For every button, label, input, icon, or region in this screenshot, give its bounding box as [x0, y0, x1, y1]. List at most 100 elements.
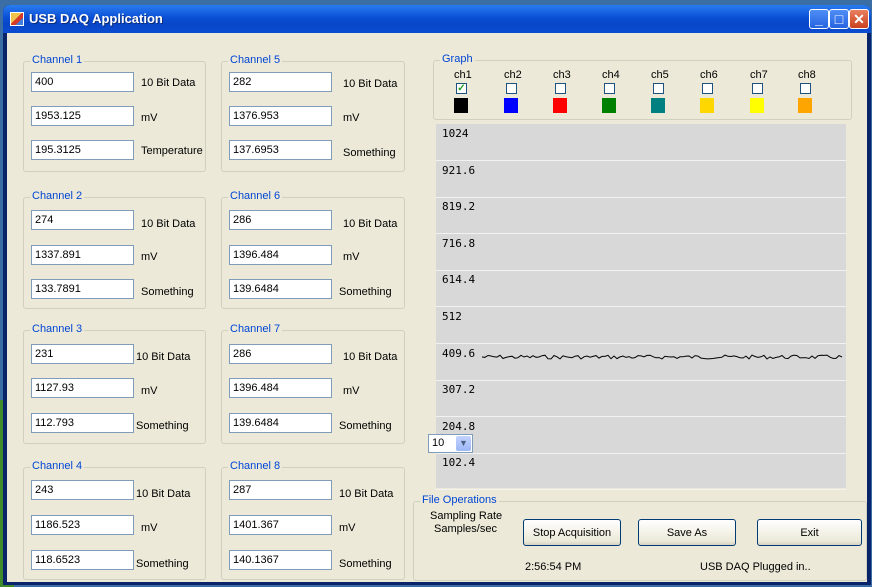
channel-1-raw-field[interactable]: 400 [31, 72, 134, 92]
raw-label: 10 Bit Data [339, 488, 394, 500]
channel-1-derived-field[interactable]: 195.3125 [31, 140, 134, 160]
save-as-button[interactable]: Save As [638, 519, 736, 546]
channel-3-derived-field[interactable]: 112.793 [31, 413, 134, 433]
group-title: Channel 1 [30, 54, 85, 66]
graph-channel-label: ch1 [454, 69, 472, 81]
group-title: Channel 4 [30, 460, 85, 472]
graph-channel-label: ch5 [651, 69, 669, 81]
channel-5-group: Channel 5 282 10 Bit Data 1376.953 mV 13… [221, 54, 405, 172]
group-title: Graph [440, 53, 475, 65]
clock-text: 2:56:54 PM [525, 561, 582, 573]
channel-2-raw-field[interactable]: 274 [31, 210, 134, 230]
sampling-rate-select[interactable]: 10 ▼ [428, 434, 473, 453]
sampling-rate-units-label: Samples/sec [434, 523, 497, 535]
graph-channel-color-swatch [602, 98, 616, 113]
mv-label: mV [343, 251, 360, 263]
channel-5-raw-field[interactable]: 282 [229, 72, 332, 92]
minimize-button[interactable]: _ [809, 9, 829, 29]
channel-8-derived-field[interactable]: 140.1367 [229, 550, 332, 570]
graph-channel-label: ch2 [504, 69, 522, 81]
channel-6-group: Channel 6 286 10 Bit Data 1396.484 mV 13… [221, 190, 405, 309]
channel-2-derived-field[interactable]: 133.7891 [31, 279, 134, 299]
derived-label: Temperature [141, 145, 203, 157]
channel-3-mv-field[interactable]: 1127.93 [31, 378, 134, 398]
group-title: Channel 6 [228, 190, 283, 202]
client-area: Channel 1 400 10 Bit Data 1953.125 mV 19… [7, 33, 867, 582]
channel-6-mv-field[interactable]: 1396.484 [229, 245, 332, 265]
chevron-down-icon[interactable]: ▼ [456, 436, 471, 451]
mv-label: mV [141, 251, 158, 263]
channel-6-raw-field[interactable]: 286 [229, 210, 332, 230]
channel-1-group: Channel 1 400 10 Bit Data 1953.125 mV 19… [23, 54, 206, 172]
channel-7-derived-field[interactable]: 139.6484 [229, 413, 332, 433]
sampling-rate-label: Sampling Rate [430, 510, 503, 522]
graph-channel-checkbox[interactable] [752, 83, 763, 94]
graph-channel-checkbox[interactable] [702, 83, 713, 94]
channel-8-mv-field[interactable]: 1401.367 [229, 515, 332, 535]
graph-channel-color-swatch [651, 98, 665, 113]
raw-label: 10 Bit Data [343, 78, 398, 90]
channel-7-raw-field[interactable]: 286 [229, 344, 332, 364]
raw-label: 10 Bit Data [343, 218, 398, 230]
channel-2-group: Channel 2 274 10 Bit Data 1337.891 mV 13… [23, 190, 206, 309]
group-title: File Operations [420, 494, 499, 506]
graph-channel-color-swatch [798, 98, 812, 113]
maximize-button[interactable]: □ [829, 9, 849, 29]
mv-label: mV [141, 522, 158, 534]
close-button[interactable]: ✕ [849, 9, 869, 29]
graph-channel-checkbox[interactable] [604, 83, 615, 94]
derived-label: Something [136, 558, 189, 570]
raw-label: 10 Bit Data [141, 77, 196, 89]
graph-channel-color-swatch [700, 98, 714, 113]
channel-5-mv-field[interactable]: 1376.953 [229, 106, 332, 126]
channel-5-derived-field[interactable]: 137.6953 [229, 140, 332, 160]
exit-button[interactable]: Exit [757, 519, 862, 546]
mv-label: mV [343, 385, 360, 397]
derived-label: Something [339, 420, 392, 432]
graph-channel-label: ch6 [700, 69, 718, 81]
graph-channel-checkbox[interactable] [800, 83, 811, 94]
mv-label: mV [339, 522, 356, 534]
graph-plot: 1024 921.6 819.2 716.8 614.4 512 409.6 307.2 204… [436, 124, 846, 491]
mv-label: mV [141, 112, 158, 124]
raw-label: 10 Bit Data [343, 351, 398, 363]
minimize-icon: _ [815, 11, 823, 27]
channel-3-raw-field[interactable]: 231 [31, 344, 134, 364]
graph-channel-checkbox[interactable] [506, 83, 517, 94]
derived-label: Something [343, 147, 396, 159]
channel-4-raw-field[interactable]: 243 [31, 480, 134, 500]
close-icon: ✕ [853, 11, 865, 27]
channel-1-mv-field[interactable]: 1953.125 [31, 106, 134, 126]
channel-2-mv-field[interactable]: 1337.891 [31, 245, 134, 265]
raw-label: 10 Bit Data [136, 488, 191, 500]
title-bar[interactable]: USB DAQ Application _ □ ✕ [3, 5, 871, 33]
derived-label: Something [339, 286, 392, 298]
group-title: Channel 7 [228, 323, 283, 335]
window-title: USB DAQ Application [29, 11, 163, 26]
mv-label: mV [343, 112, 360, 124]
graph-channel-label: ch7 [750, 69, 768, 81]
graph-channel-color-swatch [750, 98, 764, 113]
channel-8-raw-field[interactable]: 287 [229, 480, 332, 500]
checkmark-icon: ✓ [457, 83, 466, 94]
graph-channel-color-swatch [504, 98, 518, 113]
derived-label: Something [141, 286, 194, 298]
group-title: Channel 3 [30, 323, 85, 335]
group-title: Channel 5 [228, 54, 283, 66]
app-icon [10, 12, 24, 26]
graph-channel-checkbox[interactable] [653, 83, 664, 94]
channel-4-derived-field[interactable]: 118.6523 [31, 550, 134, 570]
status-text: USB DAQ Plugged in.. [700, 561, 811, 573]
stop-acquisition-button[interactable]: Stop Acquisition [523, 519, 621, 546]
channel-4-group: Channel 4 243 10 Bit Data 1186.523 mV 11… [23, 460, 206, 580]
raw-label: 10 Bit Data [136, 351, 191, 363]
graph-group: Graph ch1 ✓ ch2 ch3 ch4 ch5 ch6 ch7 ch8 [433, 53, 852, 120]
graph-channel-checkbox[interactable]: ✓ [456, 83, 467, 94]
channel-4-mv-field[interactable]: 1186.523 [31, 515, 134, 535]
app-window: USB DAQ Application _ □ ✕ Channel 1 400 … [3, 5, 871, 585]
channel-6-derived-field[interactable]: 139.6484 [229, 279, 332, 299]
channel-7-group: Channel 7 286 10 Bit Data 1396.484 mV 13… [221, 323, 405, 444]
graph-channel-checkbox[interactable] [555, 83, 566, 94]
channel-7-mv-field[interactable]: 1396.484 [229, 378, 332, 398]
raw-label: 10 Bit Data [141, 218, 196, 230]
